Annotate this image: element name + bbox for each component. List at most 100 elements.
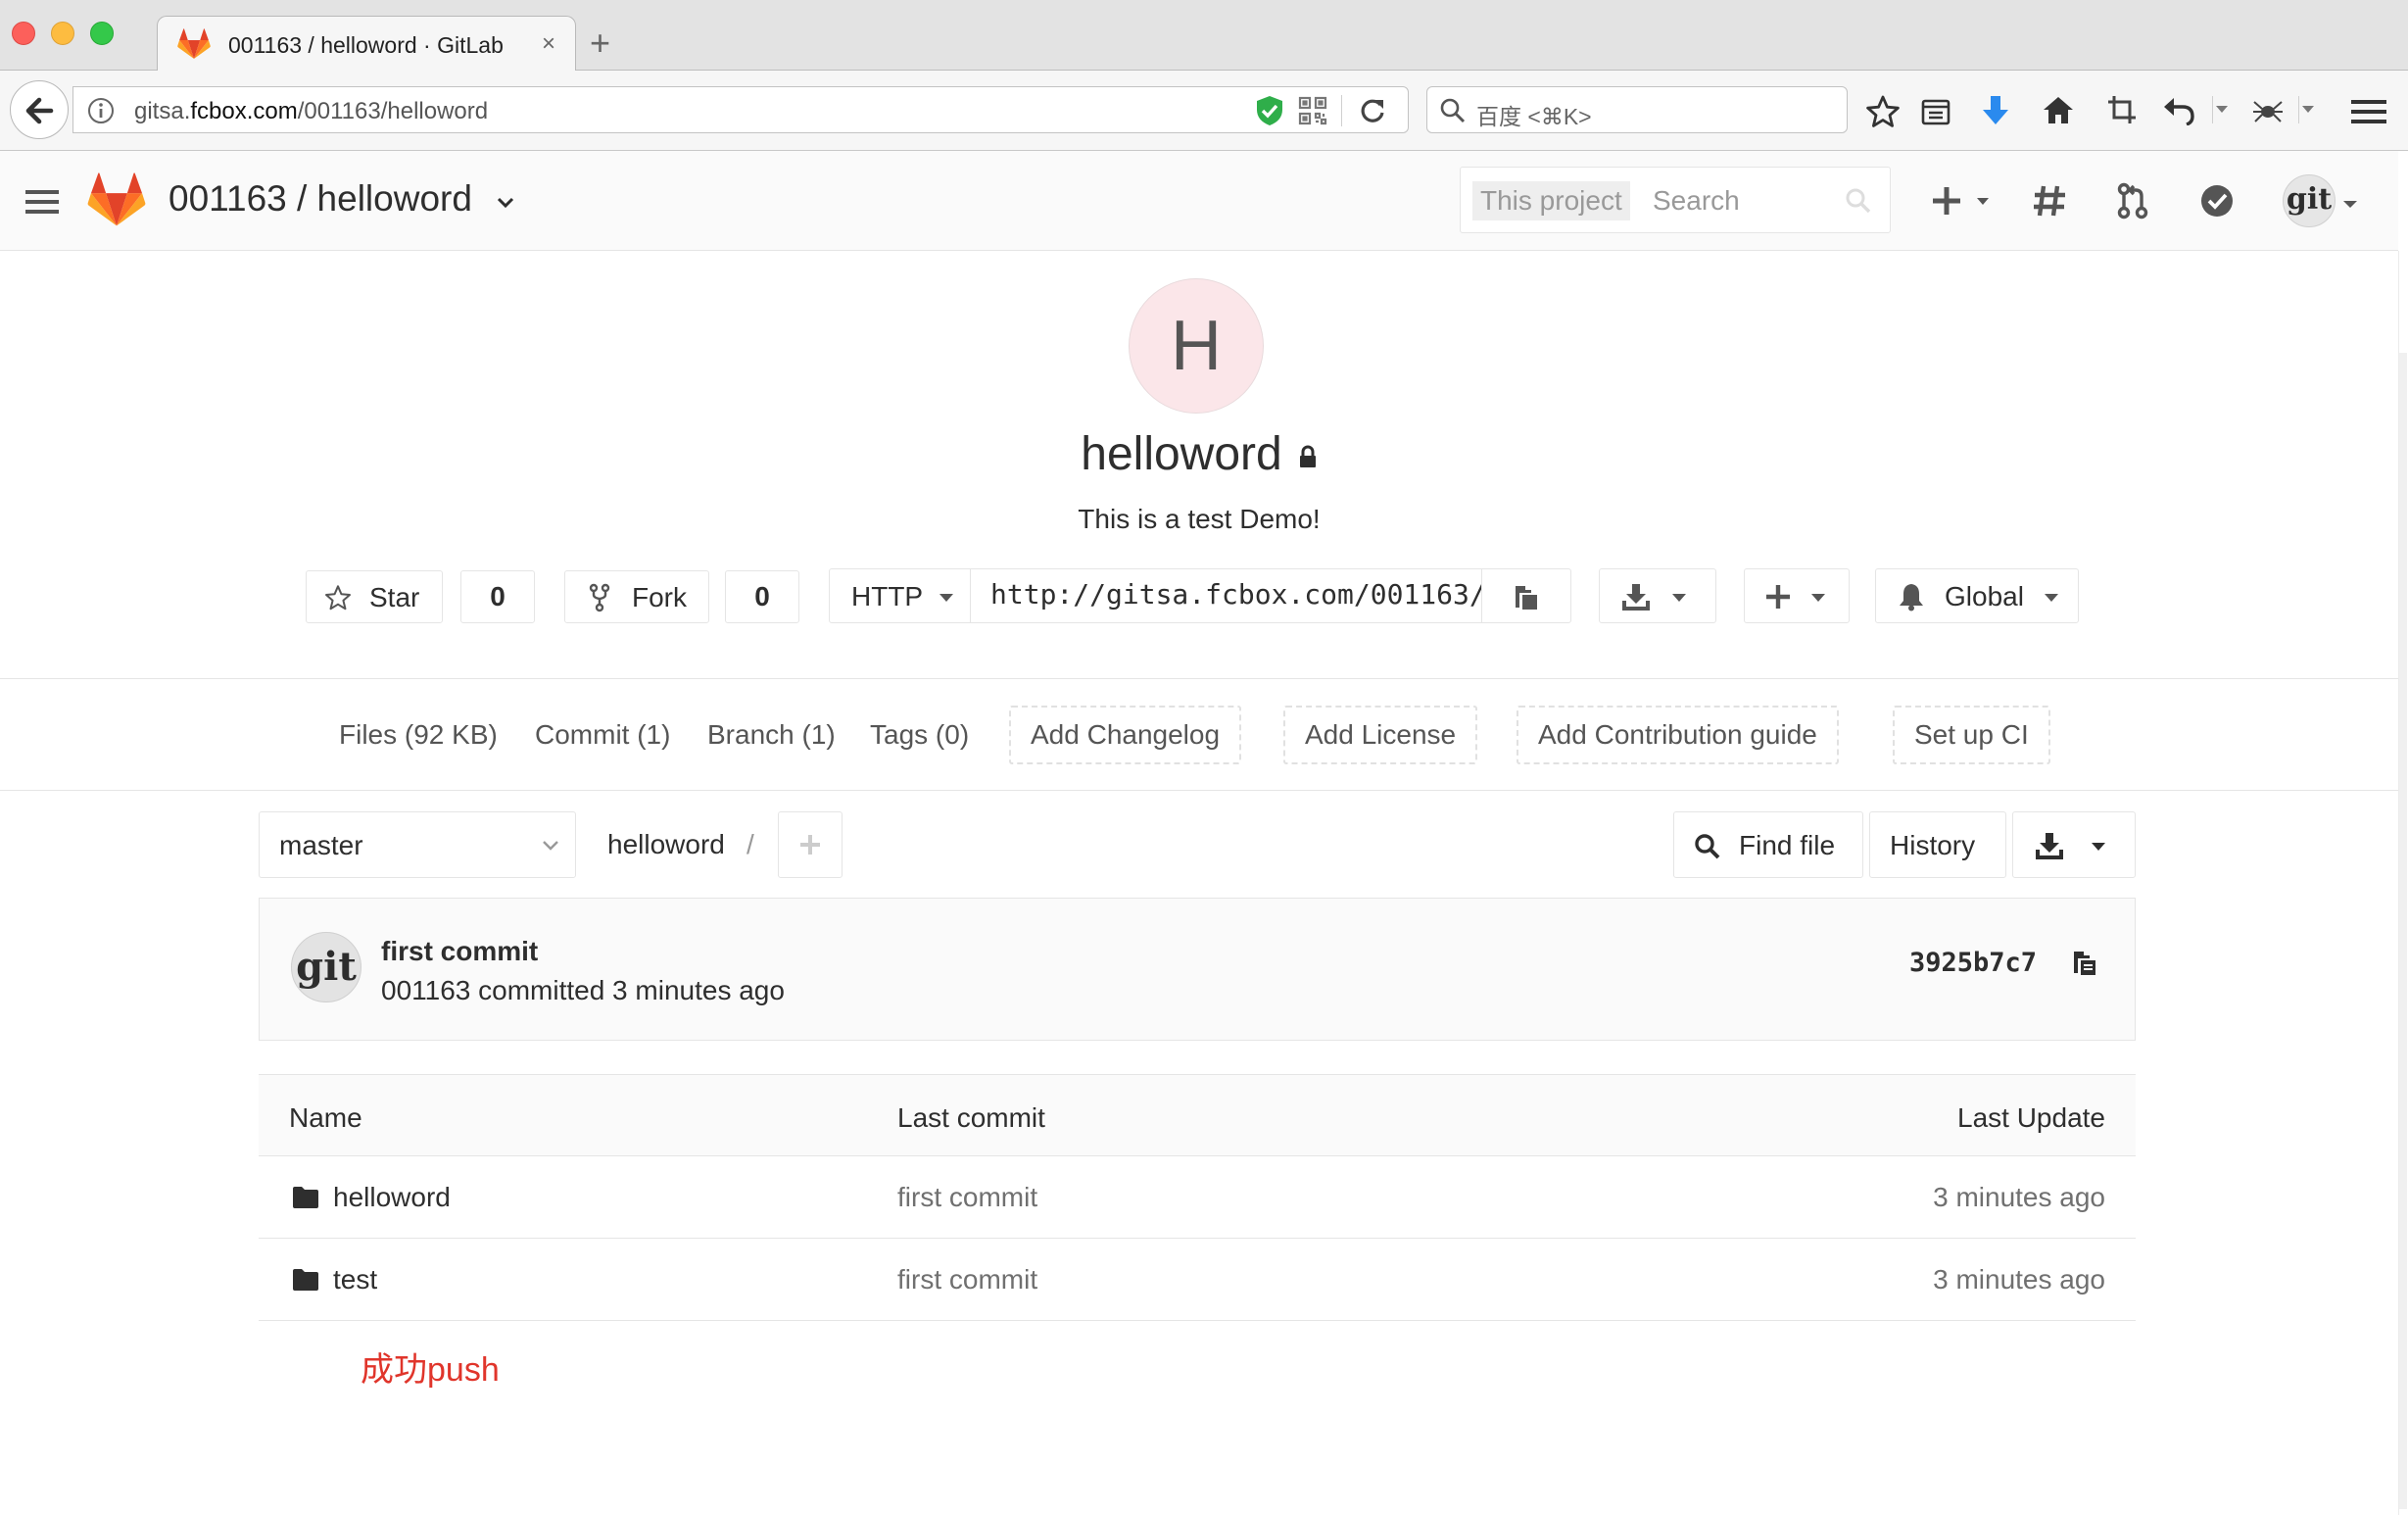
chevron-down-icon: [2043, 593, 2060, 603]
add-to-tree-button[interactable]: [778, 811, 843, 878]
last-commit-box: git first commit 001163 committed 3 minu…: [259, 898, 2136, 1041]
file-last-update: 3 minutes ago: [1933, 1182, 2105, 1212]
download-archive-button[interactable]: [2012, 811, 2136, 878]
breadcrumb-separator: /: [746, 829, 754, 859]
new-item-plus-icon[interactable]: [1932, 184, 1995, 218]
add-contribution-guide-button[interactable]: Add Contribution guide: [1517, 706, 1839, 764]
setup-ci-button[interactable]: Set up CI: [1893, 706, 2050, 764]
chevron-down-icon[interactable]: [2212, 96, 2232, 123]
commit-author-avatar[interactable]: git: [291, 932, 361, 1002]
tab-title: 001163 / helloword · GitLab: [228, 32, 504, 58]
notification-level-dropdown[interactable]: Global: [1875, 568, 2079, 623]
branch-selector[interactable]: master: [259, 811, 576, 878]
commit-meta: 001163 committed 3 minutes ago: [381, 975, 785, 1005]
user-avatar[interactable]: git: [2283, 174, 2336, 227]
search-icon: [1694, 833, 1721, 860]
file-name[interactable]: helloword: [333, 1182, 451, 1213]
add-license-button[interactable]: Add License: [1283, 706, 1478, 764]
reading-list-icon[interactable]: [1920, 96, 1951, 127]
url-bar[interactable]: gitsa.fcbox.com/001163/helloword: [72, 86, 1409, 133]
table-row[interactable]: helloword first commit 3 minutes ago: [259, 1156, 2136, 1239]
breadcrumb-path[interactable]: helloword: [607, 829, 725, 860]
fork-button[interactable]: Fork: [564, 570, 709, 623]
issues-hash-icon[interactable]: [2032, 184, 2067, 218]
download-icon: [1621, 583, 1651, 611]
new-tab-button[interactable]: +: [590, 25, 610, 61]
star-count[interactable]: 0: [460, 570, 535, 623]
file-last-commit[interactable]: first commit: [897, 1182, 1037, 1213]
info-icon[interactable]: [87, 97, 115, 124]
stat-tags[interactable]: Tags (0): [870, 719, 969, 751]
browser-search-placeholder: 百度 <⌘K>: [1476, 104, 1592, 129]
copy-clone-url-button[interactable]: [1481, 568, 1571, 623]
column-header-last-update: Last Update: [1957, 1102, 2105, 1133]
stat-files[interactable]: Files (92 KB): [339, 719, 498, 751]
chevron-down-icon[interactable]: [2298, 96, 2318, 123]
sidebar-toggle-icon[interactable]: [25, 188, 59, 216]
undo-history-icon[interactable]: [2161, 96, 2196, 125]
clone-url-input[interactable]: http://gitsa.fcbox.com/001163/helloword.…: [970, 568, 1483, 623]
plus-icon: [798, 833, 822, 856]
clipboard-icon[interactable]: [2070, 948, 2099, 977]
qr-code-icon[interactable]: [1298, 96, 1327, 125]
window-close-button[interactable]: [12, 22, 35, 45]
fork-icon: [589, 583, 610, 612]
home-icon[interactable]: [2042, 94, 2075, 125]
shield-icon[interactable]: [1255, 95, 1284, 126]
clipboard-icon: [1512, 582, 1541, 611]
chevron-down-icon: [938, 593, 955, 603]
bookmark-star-icon[interactable]: [1865, 94, 1901, 129]
browser-nav-bar: gitsa.fcbox.com/001163/helloword 百度 <⌘K>: [0, 71, 2408, 151]
url-text[interactable]: gitsa.fcbox.com/001163/helloword: [134, 98, 488, 125]
chevron-down-icon[interactable]: [496, 196, 515, 210]
browser-search-bar[interactable]: 百度 <⌘K>: [1426, 86, 1848, 133]
hamburger-menu-icon[interactable]: [2351, 98, 2386, 125]
file-last-commit[interactable]: first commit: [897, 1264, 1037, 1295]
protocol-dropdown[interactable]: HTTP: [829, 568, 972, 623]
add-new-dropdown[interactable]: [1744, 568, 1850, 623]
tab-close-icon[interactable]: ×: [542, 30, 555, 58]
file-name[interactable]: test: [333, 1264, 377, 1295]
project-avatar: H: [1129, 278, 1264, 414]
star-icon: [324, 584, 352, 611]
commit-sha[interactable]: 3925b7c7: [1909, 948, 2037, 978]
star-button[interactable]: Star: [306, 570, 443, 623]
chevron-down-icon: [1670, 593, 1688, 603]
gitlab-logo-icon[interactable]: [86, 172, 147, 227]
project-search-placeholder: Search: [1653, 185, 1740, 216]
reload-icon[interactable]: [1359, 97, 1386, 124]
window-minimize-button[interactable]: [51, 22, 74, 45]
browser-tab-active[interactable]: 001163 / helloword · GitLab ×: [157, 16, 576, 72]
table-row[interactable]: test first commit 3 minutes ago: [259, 1239, 2136, 1321]
commit-title[interactable]: first commit: [381, 936, 538, 967]
column-header-last-commit: Last commit: [897, 1102, 1045, 1133]
merge-requests-icon[interactable]: [2116, 182, 2149, 220]
window-zoom-button[interactable]: [90, 22, 114, 45]
find-file-button[interactable]: Find file: [1673, 811, 1863, 878]
stat-branches[interactable]: Branch (1): [707, 719, 836, 751]
stat-commits[interactable]: Commit (1): [535, 719, 670, 751]
divider: [0, 678, 2398, 679]
search-scope-badge[interactable]: This project: [1472, 181, 1630, 220]
download-icon[interactable]: [1981, 94, 2010, 127]
screenshot-crop-icon[interactable]: [2106, 94, 2138, 125]
scrollbar-thumb[interactable]: [2399, 353, 2407, 1509]
back-button[interactable]: [10, 80, 69, 139]
url-divider: [1341, 95, 1342, 126]
chevron-down-icon: [2090, 842, 2107, 852]
fork-count[interactable]: 0: [725, 570, 799, 623]
chevron-down-icon[interactable]: [2341, 198, 2359, 210]
search-icon: [1439, 97, 1467, 124]
project-description: This is a test Demo!: [1078, 504, 1321, 534]
extension-spider-icon[interactable]: [2251, 96, 2285, 125]
project-search-box[interactable]: This project Search: [1460, 167, 1891, 233]
project-path-title[interactable]: 001163 / helloword: [169, 178, 472, 220]
branch-name: master: [279, 830, 363, 860]
add-changelog-button[interactable]: Add Changelog: [1009, 706, 1242, 764]
search-icon: [1845, 187, 1872, 215]
todos-check-icon[interactable]: [2200, 184, 2234, 218]
download-archive-dropdown[interactable]: [1599, 568, 1716, 623]
table-header: Name Last commit Last Update: [259, 1074, 2136, 1156]
history-button[interactable]: History: [1869, 811, 2006, 878]
bell-icon: [1898, 582, 1925, 611]
